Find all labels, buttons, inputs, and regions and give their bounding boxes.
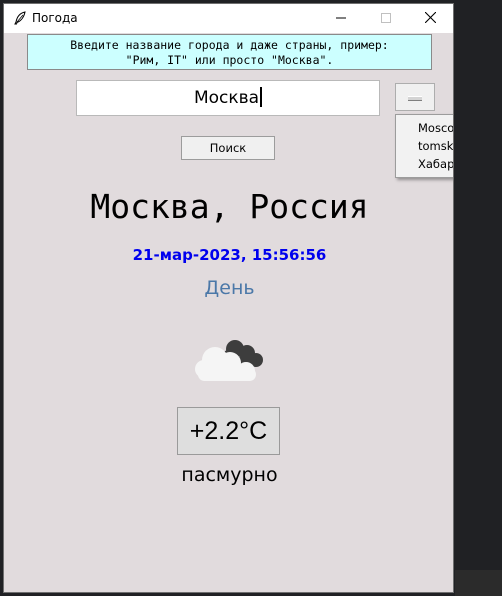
title-bar[interactable]: Погода [4,4,453,33]
search-button[interactable]: Поиск [181,136,275,160]
window-title: Погода [32,11,78,25]
text-caret [260,87,263,107]
history-option-moscow[interactable]: Moscow [396,119,453,137]
feather-icon [12,10,28,26]
history-option-tomsk[interactable]: tomsk [396,137,453,155]
city-search-input[interactable]: Москва [76,80,380,116]
datetime-label: 21-мар-2023, 15:56:56 [132,246,327,264]
instruction-line-1: Введите название города и даже страны, п… [70,38,389,52]
city-search-value: Москва [193,88,260,108]
maximize-button[interactable] [363,4,408,33]
day-part-label: День [204,277,255,299]
close-button[interactable] [408,4,453,33]
desktop-background [455,0,502,596]
history-dropdown-button[interactable] [395,83,435,111]
instruction-label: Введите название города и даже страны, п… [27,34,432,70]
minimize-button[interactable] [318,4,363,33]
weather-window: Погода Введите название города и даже ст… [3,3,454,593]
temperature-label: +2.2°C [177,407,280,455]
history-option-khabarovsk[interactable]: Хабаровск [396,155,453,173]
menubutton-indicator-icon [408,96,422,101]
city-name-label: Москва, Россия [90,187,369,226]
taskbar-strip [455,570,502,596]
cloudy-icon [189,330,269,386]
history-dropdown-menu: Moscow tomsk Хабаровск [395,114,453,178]
instruction-line-2: "Рим, IT" или просто "Москва". [125,53,334,67]
weather-condition-label: пасмурно [181,464,278,486]
